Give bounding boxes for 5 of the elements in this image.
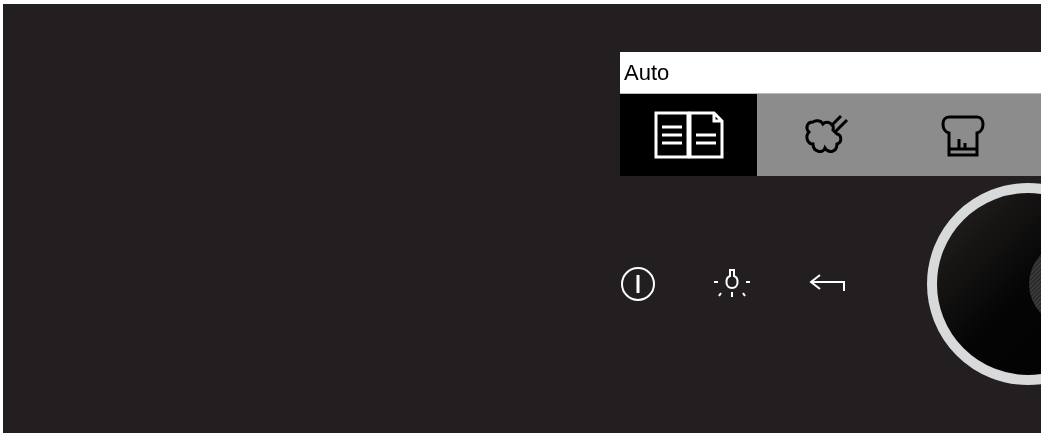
mode-title: Auto	[624, 61, 670, 84]
power-icon	[620, 266, 656, 302]
book-icon	[653, 111, 724, 159]
power-button[interactable]	[620, 264, 656, 304]
mode-tab[interactable]	[620, 94, 757, 176]
